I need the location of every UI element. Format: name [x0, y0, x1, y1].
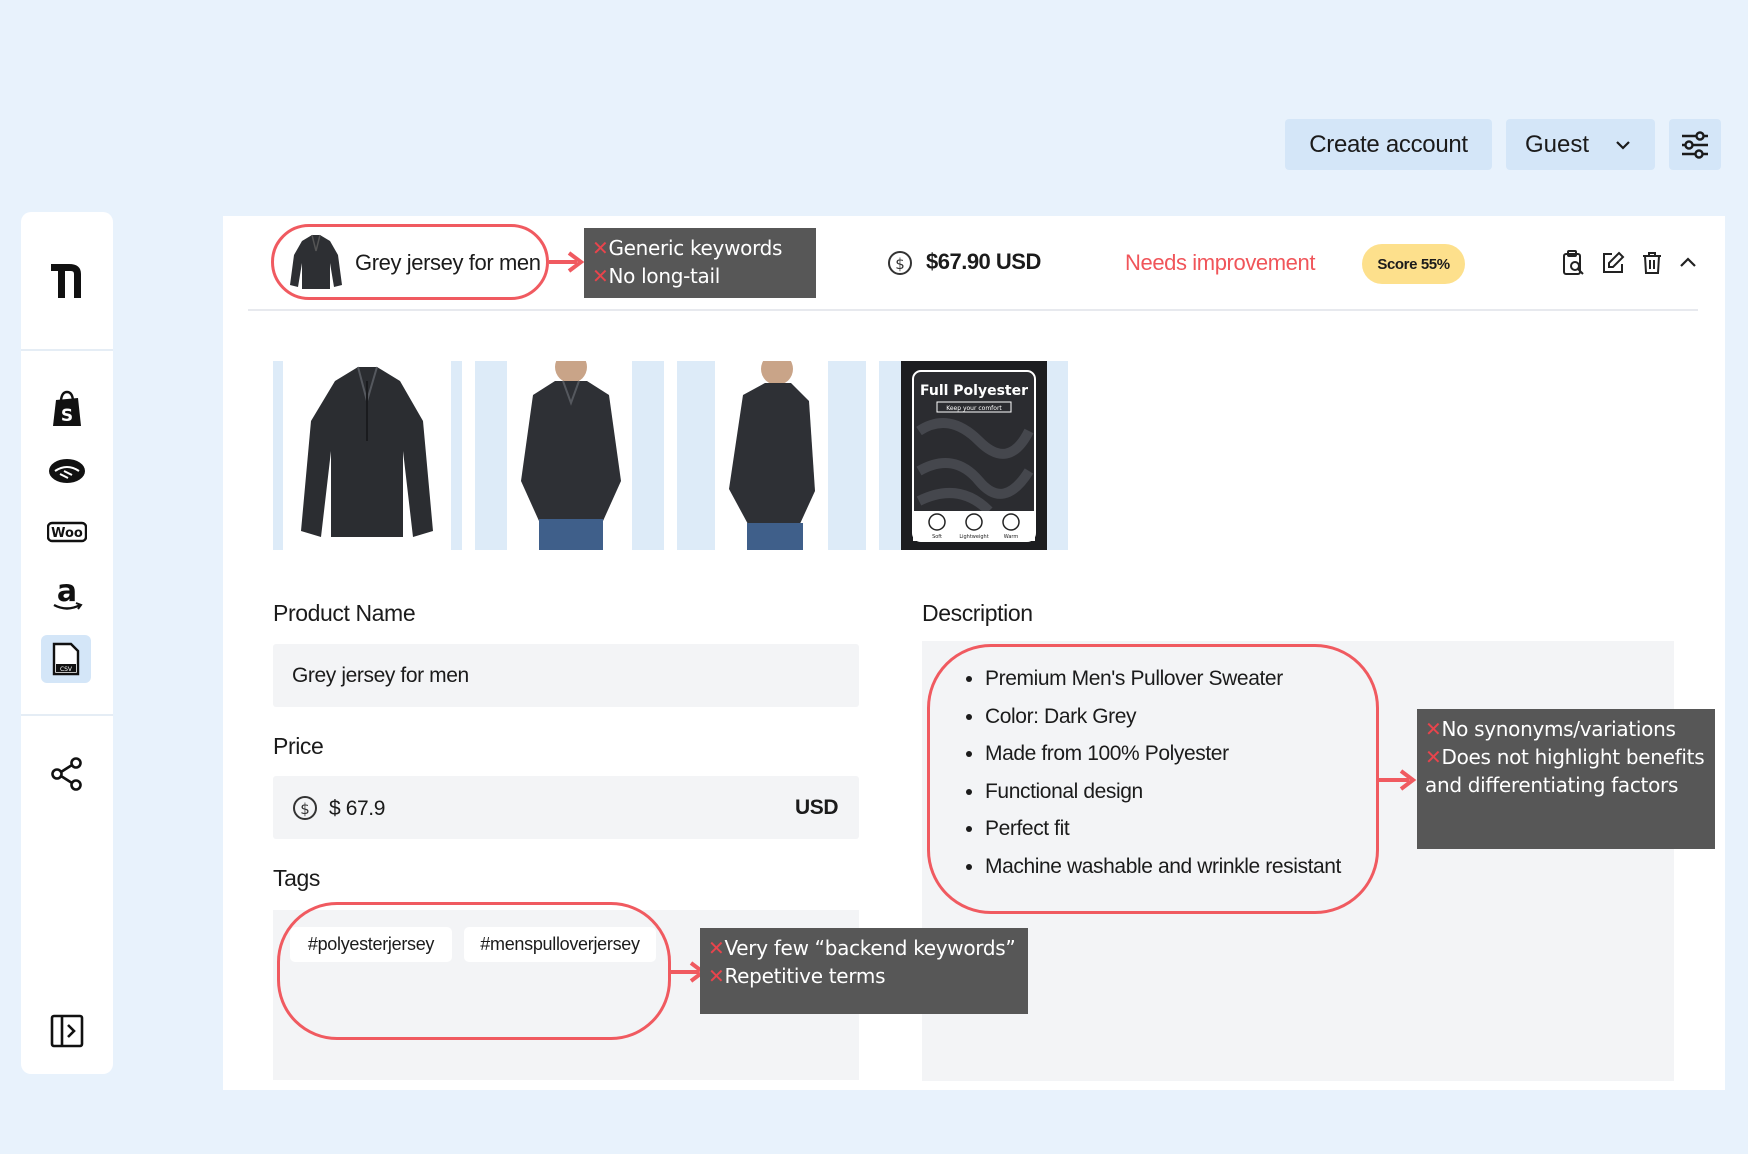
handshake-icon[interactable] — [45, 449, 89, 493]
price-value: $ 67.9 — [329, 797, 385, 820]
cross-icon: ✕ — [592, 264, 609, 288]
cross-icon: ✕ — [708, 936, 725, 960]
svg-text:Full Polyester: Full Polyester — [920, 383, 1028, 399]
shopify-icon[interactable]: S — [45, 387, 89, 431]
price-label: Price — [273, 733, 324, 759]
cross-icon: ✕ — [592, 236, 609, 260]
description-highlight-oval — [927, 644, 1379, 914]
csv-file-icon[interactable]: CSV — [41, 635, 91, 683]
sidebar-toggle-icon[interactable] — [45, 1009, 89, 1053]
sidebar-divider — [21, 349, 113, 351]
cross-icon: ✕ — [708, 964, 725, 988]
product-name-label: Product Name — [273, 600, 416, 626]
score-badge: Score 55% — [1362, 244, 1465, 284]
guest-dropdown[interactable]: Guest — [1506, 119, 1655, 170]
sidebar-divider — [21, 714, 113, 716]
chevron-up-icon[interactable] — [1675, 250, 1701, 276]
description-label: Description — [922, 600, 1033, 626]
tags-annotation: ✕Very few “backend keywords” ✕Repetitive… — [700, 928, 1028, 1014]
amazon-icon[interactable]: a — [45, 573, 89, 617]
header-divider — [248, 309, 1698, 311]
title-highlight-oval — [271, 224, 549, 300]
product-image-2[interactable] — [475, 361, 664, 550]
product-price: $67.90 USD — [926, 249, 1041, 274]
svg-text:Lightweight: Lightweight — [959, 534, 988, 540]
svg-text:CSV: CSV — [60, 666, 73, 673]
svg-text:a: a — [57, 577, 77, 609]
arrow-right-icon — [1379, 769, 1417, 791]
cross-icon: ✕ — [1425, 745, 1442, 769]
svg-text:Warm: Warm — [1004, 534, 1019, 540]
svg-text:S: S — [61, 406, 73, 426]
svg-text:$: $ — [300, 800, 310, 818]
sliders-icon — [1682, 130, 1708, 159]
dollar-circle-icon: $ — [887, 250, 913, 281]
filter-settings-button[interactable] — [1669, 119, 1721, 170]
clipboard-search-icon[interactable] — [1561, 250, 1587, 276]
trash-icon[interactable] — [1639, 250, 1665, 276]
edit-icon[interactable] — [1600, 250, 1626, 276]
share-icon[interactable] — [45, 752, 89, 796]
description-annotation: ✕No synonyms/variations ✕Does not highli… — [1417, 709, 1715, 849]
create-account-button[interactable]: Create account — [1285, 119, 1492, 170]
svg-text:$: $ — [895, 255, 905, 273]
logo-icon[interactable] — [45, 258, 89, 302]
tags-label: Tags — [273, 865, 320, 891]
cross-icon: ✕ — [1425, 717, 1442, 741]
dollar-circle-icon: $ — [292, 795, 318, 826]
status-text: Needs improvement — [1125, 250, 1316, 275]
sidebar: S Woo a CSV — [21, 212, 113, 1074]
product-image-3[interactable] — [677, 361, 866, 550]
product-name-value: Grey jersey for men — [292, 664, 469, 687]
product-image-1[interactable] — [273, 361, 462, 550]
currency-label: USD — [795, 796, 839, 819]
guest-label: Guest — [1525, 130, 1590, 158]
tags-highlight-oval — [277, 902, 671, 1040]
svg-text:Keep your comfort: Keep your comfort — [946, 405, 1002, 412]
title-annotation: ✕Generic keywords ✕No long-tail — [584, 228, 816, 298]
woo-icon[interactable]: Woo — [45, 511, 89, 555]
chevron-down-icon — [1616, 141, 1630, 150]
product-image-4[interactable]: Full Polyester Keep your comfort Soft Li… — [879, 361, 1068, 550]
arrow-right-icon — [549, 251, 585, 273]
svg-text:Woo: Woo — [51, 526, 83, 541]
svg-text:Soft: Soft — [932, 534, 942, 540]
